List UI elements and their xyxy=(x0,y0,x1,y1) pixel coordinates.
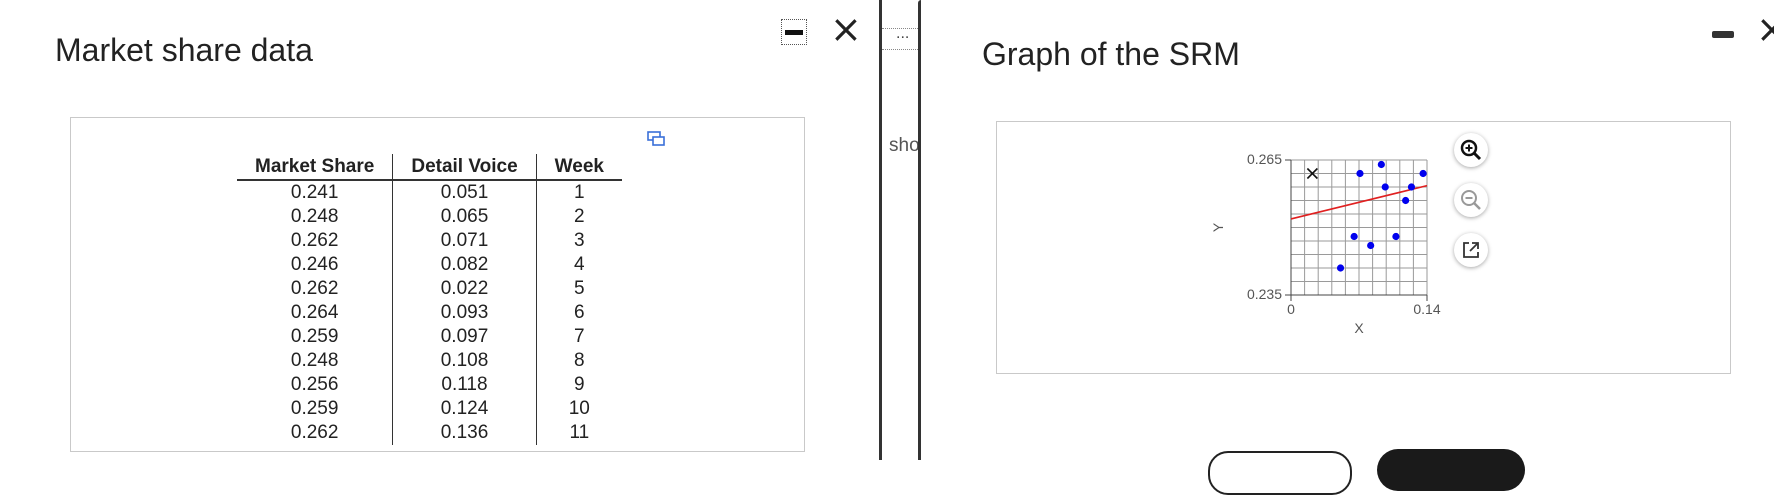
data-point xyxy=(1350,232,1358,241)
close-button[interactable]: × xyxy=(1756,10,1774,48)
table-row: 0.246 0.082 4 xyxy=(237,253,622,277)
table-cell: 0.256 xyxy=(237,373,394,397)
table-row: 0.241 0.051 1 xyxy=(237,180,622,205)
table-row: 0.262 0.136 11 xyxy=(237,421,622,445)
y-axis-label: Y xyxy=(1210,222,1226,232)
x-tick-label: 0 xyxy=(1287,301,1295,317)
panel-divider xyxy=(879,0,882,460)
table-cell: 11 xyxy=(569,422,590,443)
x-tick-label: 0.14 xyxy=(1413,301,1440,317)
column-header: Week xyxy=(536,154,622,181)
table-cell: 0.082 xyxy=(392,253,537,277)
secondary-button[interactable] xyxy=(1208,451,1352,495)
table-header-row: Market Share Detail Voice Week xyxy=(237,154,622,181)
popout-button[interactable] xyxy=(1454,233,1488,267)
data-point xyxy=(1407,183,1416,191)
data-point xyxy=(1392,232,1400,241)
table-cell: 0.022 xyxy=(392,277,537,301)
table-row: 0.248 0.065 2 xyxy=(237,205,622,229)
labels-group: 0.265 0.235 0 0.14 X Y xyxy=(1210,151,1441,336)
table-cell: 0.264 xyxy=(237,301,394,325)
primary-button[interactable] xyxy=(1377,449,1525,491)
popout-icon[interactable] xyxy=(647,131,665,146)
table-cell: 0.097 xyxy=(392,325,537,349)
zoom-in-icon xyxy=(1460,139,1482,161)
table-cell: 1 xyxy=(574,182,585,203)
table-row: 0.256 0.118 9 xyxy=(237,373,622,397)
table-cell: 8 xyxy=(574,350,585,371)
table-cell: 10 xyxy=(568,398,590,419)
more-options-tab[interactable]: ... xyxy=(882,25,920,50)
close-button[interactable]: × xyxy=(830,10,862,48)
table-cell: 0.118 xyxy=(392,373,537,397)
table-cell: 0.093 xyxy=(392,301,537,325)
table-cell: 0.259 xyxy=(237,397,394,421)
table-row: 0.259 0.097 7 xyxy=(237,325,622,349)
table-cell: 0.259 xyxy=(237,325,394,349)
table-cell: 0.241 xyxy=(237,180,394,205)
column-header: Detail Voice xyxy=(392,154,537,181)
table-cell: 4 xyxy=(574,254,585,275)
market-share-table: Market Share Detail Voice Week 0.241 0.05… xyxy=(237,154,622,445)
graph-title: Graph of the SRM xyxy=(982,36,1240,72)
table-cell: 7 xyxy=(574,326,585,347)
data-point xyxy=(1356,169,1364,178)
table-cell: 5 xyxy=(574,278,585,299)
table-cell: 0.124 xyxy=(392,397,537,421)
table-cell: 0.248 xyxy=(237,349,394,373)
panel-divider xyxy=(918,0,921,460)
table-cell: 0.248 xyxy=(237,205,394,229)
data-point xyxy=(1336,264,1345,272)
data-point xyxy=(1419,169,1427,178)
market-share-title: Market share data xyxy=(55,32,313,68)
table-cell: 6 xyxy=(574,302,585,323)
table-cell: 0.108 xyxy=(392,349,537,373)
y-tick-label: 0.265 xyxy=(1247,151,1282,167)
table-cell: 3 xyxy=(574,230,585,251)
table-cell: 0.071 xyxy=(392,229,537,253)
data-point xyxy=(1377,160,1385,169)
table-cell: 0.136 xyxy=(392,421,537,445)
table-row: 0.248 0.108 8 xyxy=(237,349,622,373)
table-cell: 0.065 xyxy=(392,205,537,229)
zoom-in-button[interactable] xyxy=(1454,133,1488,167)
table-row: 0.262 0.022 5 xyxy=(237,277,622,301)
scatter-chart: 0.265 0.235 0 0.14 X Y xyxy=(1210,151,1441,336)
table-cell: 0.262 xyxy=(237,229,394,253)
table-container: Market Share Detail Voice Week 0.241 0.05… xyxy=(70,117,805,452)
minimize-button[interactable] xyxy=(1712,31,1734,38)
data-point xyxy=(1402,196,1410,205)
minimize-button[interactable] xyxy=(781,19,807,45)
zoom-out-button[interactable] xyxy=(1454,183,1488,217)
graph-container: 0.265 0.235 0 0.14 X Y xyxy=(996,121,1731,374)
table-cell: 0.262 xyxy=(237,277,394,301)
chart-axes xyxy=(1285,159,1428,301)
table-row: 0.264 0.093 6 xyxy=(237,301,622,325)
data-point xyxy=(1367,241,1375,250)
table-row: 0.259 0.124 10 xyxy=(237,397,622,421)
x-axis-label: X xyxy=(1354,320,1364,336)
table-cell: 9 xyxy=(574,374,585,395)
clipped-text: sho xyxy=(889,135,920,156)
zoom-out-icon xyxy=(1461,190,1481,210)
minimize-icon xyxy=(785,29,803,35)
table-cell: 0.246 xyxy=(237,253,394,277)
more-dots: ... xyxy=(896,25,910,42)
chart-grid xyxy=(1290,159,1428,296)
table-row: 0.262 0.071 3 xyxy=(237,229,622,253)
popout-icon xyxy=(1463,242,1479,258)
table-cell: 2 xyxy=(574,206,585,227)
column-header: Market Share xyxy=(237,154,394,181)
table-cell: 0.262 xyxy=(237,421,394,445)
y-tick-label: 0.235 xyxy=(1247,286,1282,302)
data-point xyxy=(1381,183,1389,191)
table-cell: 0.051 xyxy=(392,180,537,205)
